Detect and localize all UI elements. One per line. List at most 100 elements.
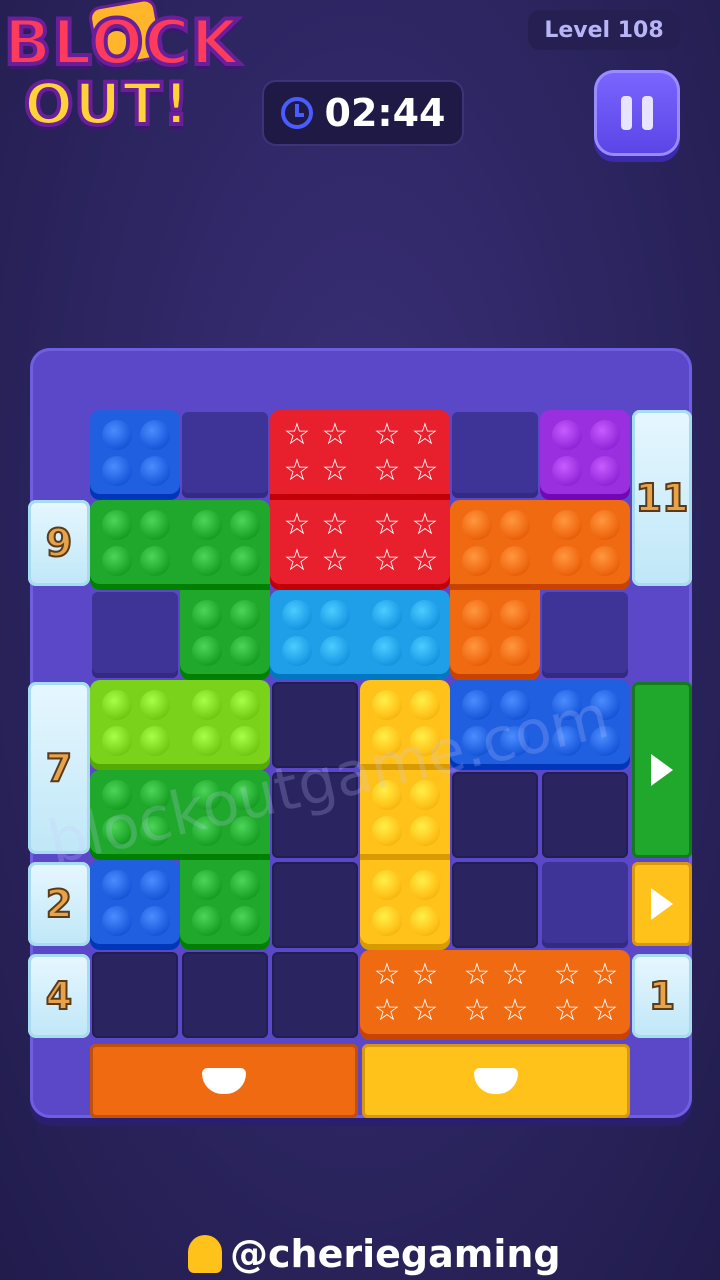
stud-icon: [192, 690, 222, 720]
exit-gate-bottom-yellow: [362, 1044, 630, 1118]
stud-icon: [552, 420, 582, 450]
stud-icon: [230, 816, 260, 846]
stud-icon: [102, 510, 132, 540]
arrow-down-icon: [202, 1068, 246, 1094]
star-icon: ☆: [373, 543, 401, 578]
board-cell: [272, 682, 358, 768]
stud-icon: [590, 420, 620, 450]
stud-icon: [102, 816, 132, 846]
empty-cell: [182, 412, 268, 498]
stud-icon: [500, 600, 530, 630]
exit-gate-bottom-orange: [90, 1044, 358, 1118]
block-cell: [540, 680, 630, 770]
stud-icon: [230, 780, 260, 810]
stud-icon: [410, 780, 440, 810]
stud-icon: [410, 906, 440, 936]
star-icon: ☆: [501, 957, 529, 992]
star-icon: ☆: [283, 543, 311, 578]
stud-icon: [500, 726, 530, 756]
star-icon: ☆: [411, 993, 439, 1028]
stud-icon: [552, 546, 582, 576]
stud-icon: [192, 510, 222, 540]
block-cell: [450, 500, 540, 590]
block-cell: [180, 680, 270, 770]
board-cell: [542, 772, 628, 858]
stud-icon: [410, 726, 440, 756]
star-icon: ☆: [463, 957, 491, 992]
stud-icon: [140, 420, 170, 450]
stud-icon: [140, 780, 170, 810]
stud-icon: [372, 600, 402, 630]
block-cell: ☆ ☆ ☆ ☆: [360, 410, 450, 500]
star-icon: ☆: [283, 453, 311, 488]
pause-button[interactable]: [594, 70, 680, 156]
star-icon: ☆: [321, 417, 349, 452]
arrow-right-icon: [651, 754, 673, 786]
stud-icon: [102, 546, 132, 576]
stud-icon: [552, 510, 582, 540]
board-cell: [182, 952, 268, 1038]
block-cell: ☆ ☆ ☆ ☆: [540, 950, 630, 1040]
stud-icon: [462, 510, 492, 540]
star-icon: ☆: [321, 507, 349, 542]
stud-icon: [282, 636, 312, 666]
exit-gate-right-1: 1: [632, 954, 692, 1038]
stud-icon: [462, 636, 492, 666]
stud-icon: [192, 726, 222, 756]
stud-icon: [320, 636, 350, 666]
block-cell: [450, 680, 540, 770]
board-cell: [452, 772, 538, 858]
empty-cell: [92, 592, 178, 678]
game-logo: BLOCK OUT!: [0, 0, 260, 150]
stud-icon: [140, 906, 170, 936]
stud-icon: [102, 420, 132, 450]
stud-icon: [500, 510, 530, 540]
block-cell: [540, 500, 630, 590]
stud-icon: [590, 726, 620, 756]
stud-icon: [590, 690, 620, 720]
star-icon: ☆: [411, 453, 439, 488]
stud-icon: [230, 636, 260, 666]
exit-gate-left-7: 7: [28, 682, 90, 854]
star-icon: ☆: [373, 507, 401, 542]
timer: 02:44: [262, 80, 464, 146]
stud-icon: [102, 726, 132, 756]
stud-icon: [102, 690, 132, 720]
stud-icon: [192, 906, 222, 936]
stud-icon: [372, 870, 402, 900]
exit-gate-right-11: 11: [632, 410, 692, 586]
block-cell: ☆ ☆ ☆ ☆: [360, 950, 450, 1040]
block-cell: [450, 590, 540, 680]
exit-gate-left-2: 2: [28, 862, 90, 946]
clock-icon: [280, 97, 313, 129]
stud-icon: [462, 726, 492, 756]
level-indicator: Level 108: [528, 10, 680, 50]
logo-line1: BLOCK: [2, 4, 241, 81]
board-cell: [272, 862, 358, 948]
stud-icon: [552, 690, 582, 720]
block-cell: ☆ ☆ ☆ ☆: [450, 950, 540, 1040]
footer: @cheriegaming: [188, 1232, 561, 1276]
empty-cell: [452, 412, 538, 498]
star-icon: ☆: [411, 417, 439, 452]
exit-gate-right-yellow: [632, 862, 692, 946]
exit-gate-right-green: [632, 682, 692, 858]
block-cell: ☆ ☆ ☆ ☆: [270, 500, 360, 590]
block-cell: [90, 860, 180, 950]
star-icon: ☆: [591, 993, 619, 1028]
stud-icon: [230, 510, 260, 540]
empty-cell: [542, 862, 628, 948]
block-cell: [180, 860, 270, 950]
stud-icon: [410, 600, 440, 630]
stud-icon: [410, 690, 440, 720]
exit-count-2: 2: [45, 881, 73, 927]
stud-icon: [462, 600, 492, 630]
pause-icon-bar-left: [621, 96, 632, 130]
stud-icon: [192, 870, 222, 900]
exit-count-4: 4: [45, 973, 73, 1019]
star-icon: ☆: [283, 507, 311, 542]
block-cell: [360, 770, 450, 860]
stud-icon: [500, 636, 530, 666]
block-cell: [90, 410, 180, 500]
star-icon: ☆: [373, 957, 401, 992]
